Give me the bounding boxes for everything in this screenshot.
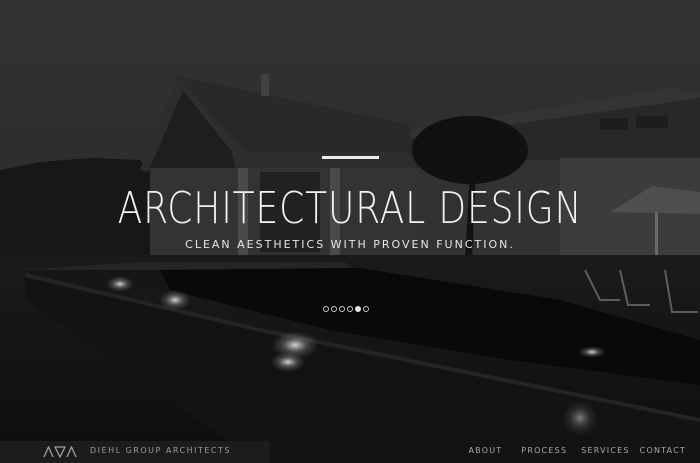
slider-dot[interactable] (323, 306, 329, 312)
nav-about[interactable]: ABOUT (469, 446, 503, 455)
hero-caption: ARCHITECTURAL DESIGN CLEAN AESTHETICS WI… (0, 0, 700, 463)
title-divider (322, 156, 379, 159)
hero-slider: ARCHITECTURAL DESIGN CLEAN AESTHETICS WI… (0, 0, 700, 463)
footer-bar: DIEHL GROUP ARCHITECTS ABOUT PROCESS SER… (0, 441, 700, 463)
nav-contact[interactable]: CONTACT (640, 446, 686, 455)
slider-dot[interactable] (355, 306, 361, 312)
slider-dot[interactable] (339, 306, 345, 312)
slider-dot[interactable] (363, 306, 369, 312)
hero-subtitle: CLEAN AESTHETICS WITH PROVEN FUNCTION. (185, 238, 515, 251)
slider-pagination (323, 306, 369, 316)
brand-name[interactable]: DIEHL GROUP ARCHITECTS (90, 446, 231, 455)
nav-process[interactable]: PROCESS (521, 446, 567, 455)
triangle-logo-icon[interactable] (43, 446, 77, 458)
hero-title: ARCHITECTURAL DESIGN (117, 183, 583, 234)
slider-dot[interactable] (347, 306, 353, 312)
slider-dot[interactable] (331, 306, 337, 312)
nav-services[interactable]: SERVICES (581, 446, 629, 455)
main-nav: ABOUT PROCESS SERVICES CONTACT (469, 446, 687, 455)
brand-panel: DIEHL GROUP ARCHITECTS (0, 441, 270, 463)
